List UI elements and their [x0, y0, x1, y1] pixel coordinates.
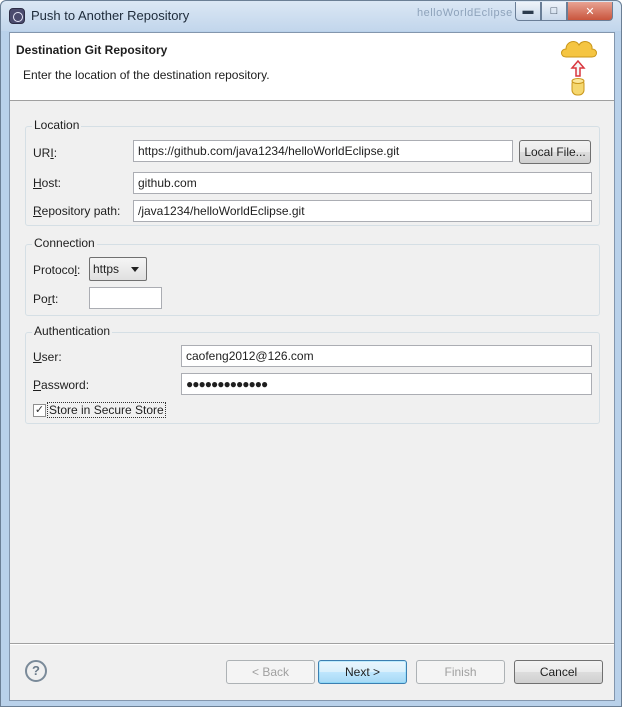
password-label: Password:	[33, 378, 90, 392]
host-input[interactable]: github.com	[133, 172, 592, 194]
dialog-window: Push to Another Repository helloWorldEcl…	[0, 0, 622, 707]
cancel-button-label: Cancel	[539, 665, 578, 679]
eclipse-icon	[9, 8, 25, 24]
store-secure-checkbox[interactable]: ✓	[33, 404, 46, 417]
page-description: Enter the location of the destination re…	[23, 68, 270, 82]
store-secure-label: Store in Secure Store	[49, 403, 164, 417]
connection-group-label: Connection	[32, 236, 97, 250]
maximize-icon: □	[550, 5, 558, 17]
page-title: Destination Git Repository	[16, 43, 168, 57]
uri-input[interactable]: https://github.com/java1234/helloWorldEc…	[133, 140, 513, 162]
host-label: Host:	[33, 176, 62, 190]
port-input[interactable]	[89, 287, 162, 309]
finish-button[interactable]: Finish	[416, 660, 505, 684]
minimize-icon: ▬	[522, 5, 534, 17]
uri-label: URI:	[33, 146, 58, 160]
finish-button-label: Finish	[444, 665, 477, 679]
protocol-label: Protocol:	[33, 263, 81, 277]
chevron-down-icon	[131, 267, 139, 272]
title-bar[interactable]: Push to Another Repository helloWorldEcl…	[1, 1, 621, 31]
password-input[interactable]: ●●●●●●●●●●●●●	[181, 373, 592, 395]
port-label: Port:	[33, 292, 59, 306]
next-button-label: Next >	[344, 665, 380, 679]
next-button[interactable]: Next >	[318, 660, 407, 684]
local-file-button[interactable]: Local File...	[519, 140, 591, 164]
location-group-label: Location	[32, 118, 82, 132]
cancel-button[interactable]: Cancel	[514, 660, 603, 684]
close-icon: ✕	[585, 5, 595, 18]
background-window-title: helloWorldEclipse	[417, 7, 513, 19]
maximize-button[interactable]: □	[541, 2, 567, 21]
minimize-button[interactable]: ▬	[515, 2, 541, 21]
back-button[interactable]: < Back	[226, 660, 315, 684]
cloud-push-icon	[561, 41, 597, 96]
window-title: Push to Another Repository	[31, 8, 190, 23]
help-icon[interactable]: ?	[25, 660, 47, 682]
wizard-header: Destination Git Repository Enter the loc…	[10, 33, 614, 101]
back-button-label: < Back	[251, 665, 290, 679]
authentication-group-label: Authentication	[32, 324, 113, 338]
protocol-select[interactable]: https	[89, 257, 147, 281]
protocol-select-value: https	[93, 262, 120, 276]
close-button[interactable]: ✕	[567, 2, 613, 21]
repository-path-label: Repository path:	[33, 204, 121, 218]
user-label: User:	[33, 350, 62, 364]
local-file-button-label: Local File...	[524, 145, 586, 159]
dialog-client-area: Destination Git Repository Enter the loc…	[9, 32, 615, 701]
store-secure-label-focus[interactable]: Store in Secure Store	[47, 402, 166, 418]
repository-path-input[interactable]: /java1234/helloWorldEclipse.git	[133, 200, 592, 222]
user-input[interactable]: caofeng2012@126.com	[181, 345, 592, 367]
button-bar-separator	[10, 643, 614, 645]
